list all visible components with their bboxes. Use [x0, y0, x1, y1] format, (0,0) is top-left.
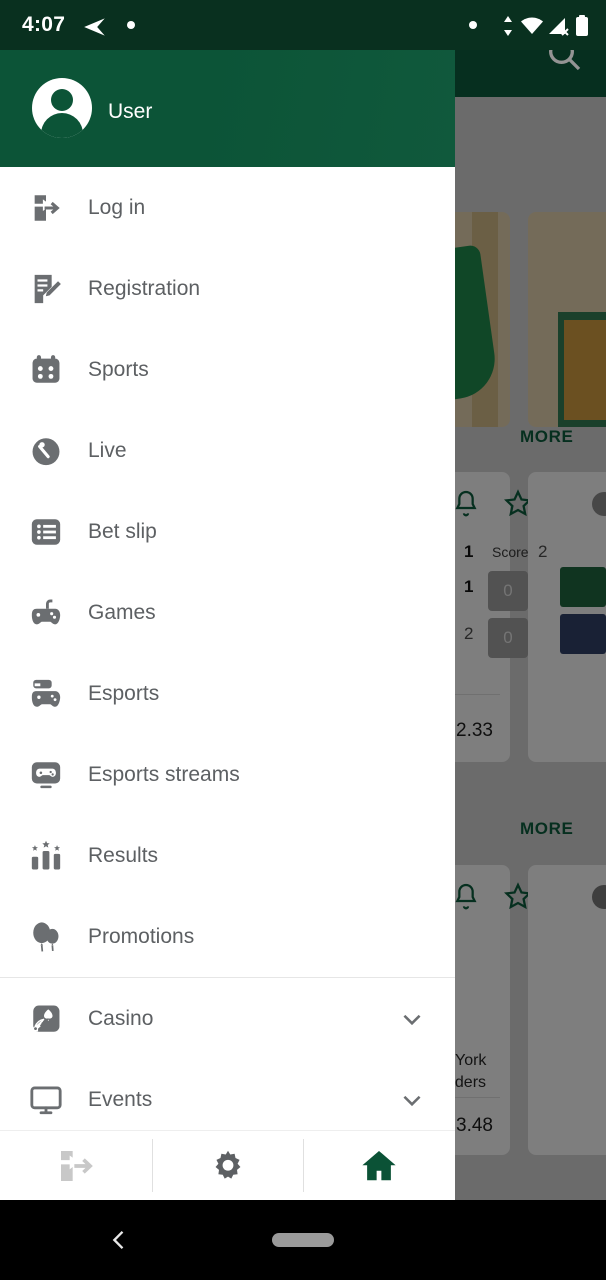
sidebar-item-label: Live [88, 438, 127, 462]
chevron-down-icon[interactable] [399, 1087, 425, 1113]
events-monitor-icon [24, 1078, 68, 1122]
home-icon [362, 1150, 396, 1180]
sidebar-item-games[interactable]: Games [0, 572, 455, 653]
send-icon [84, 18, 105, 36]
results-podium-icon [24, 834, 68, 878]
settings-button[interactable] [151, 1131, 304, 1200]
user-avatar-icon[interactable] [32, 78, 92, 138]
sidebar-item-results[interactable]: Results [0, 815, 455, 896]
betslip-list-icon [24, 510, 68, 554]
login-icon [24, 186, 68, 230]
sidebar-item-label: Casino [88, 1006, 154, 1030]
esports-icon [24, 672, 68, 716]
dot-icon [469, 21, 477, 29]
games-gamepad-icon [24, 591, 68, 635]
registration-icon [24, 267, 68, 311]
live-clock-icon [24, 429, 68, 473]
sidebar-item-label: Events [88, 1087, 153, 1111]
promotions-balloons-icon [24, 915, 68, 959]
casino-icon [24, 997, 68, 1041]
sidebar-item-log-in[interactable]: Log in [0, 167, 455, 248]
sports-icon [24, 348, 68, 392]
chevron-down-icon[interactable] [399, 1006, 425, 1032]
sidebar-item-esports[interactable]: Esports [0, 653, 455, 734]
sidebar-item-registration[interactable]: Registration [0, 248, 455, 329]
logout-icon [60, 1150, 93, 1181]
sidebar-item-bet-slip[interactable]: Bet slip [0, 491, 455, 572]
signal-off-icon [549, 18, 569, 36]
status-bar: 4:07 [0, 0, 606, 50]
sidebar-item-promotions[interactable]: Promotions [0, 896, 455, 977]
sidebar-item-events[interactable]: Events [0, 1059, 455, 1140]
battery-icon [576, 15, 588, 36]
sidebar-item-label: Games [88, 600, 156, 624]
wifi-icon [521, 17, 543, 34]
sidebar-item-label: Bet slip [88, 519, 157, 543]
sidebar-item-label: Promotions [88, 924, 195, 948]
sidebar-item-sports[interactable]: Sports [0, 329, 455, 410]
sidebar-item-label: Results [88, 843, 159, 867]
back-chevron-icon[interactable] [105, 1226, 133, 1254]
esports-streams-icon [24, 753, 68, 797]
drawer-header: User [0, 50, 455, 167]
status-time: 4:07 [22, 13, 66, 36]
sidebar-item-label: Sports [88, 357, 149, 381]
sidebar-item-esports-streams[interactable]: Esports streams [0, 734, 455, 815]
username-label: User [108, 100, 153, 123]
sidebar-item-label: Esports streams [88, 762, 240, 786]
logout-button[interactable] [0, 1131, 152, 1200]
sidebar-item-live[interactable]: Live [0, 410, 455, 491]
sidebar-item-label: Log in [88, 195, 146, 219]
sidebar-item-casino[interactable]: Casino [0, 978, 455, 1059]
system-navigation-bar [0, 1200, 606, 1280]
navigation-drawer[interactable]: User Log in Registration Sports Live Bet… [0, 50, 455, 1200]
home-button[interactable] [303, 1131, 455, 1200]
home-pill-icon[interactable] [272, 1233, 334, 1247]
avatar-head [51, 89, 73, 111]
sidebar-item-label: Esports [88, 681, 160, 705]
avatar-body [41, 113, 83, 138]
updown-arrows-icon [504, 16, 512, 36]
drawer-menu: Log in Registration Sports Live Bet slip… [0, 167, 455, 1140]
drawer-bottom-bar [0, 1130, 455, 1200]
sidebar-item-label: Registration [88, 276, 201, 300]
dot-icon [127, 21, 135, 29]
gear-icon [215, 1150, 240, 1179]
